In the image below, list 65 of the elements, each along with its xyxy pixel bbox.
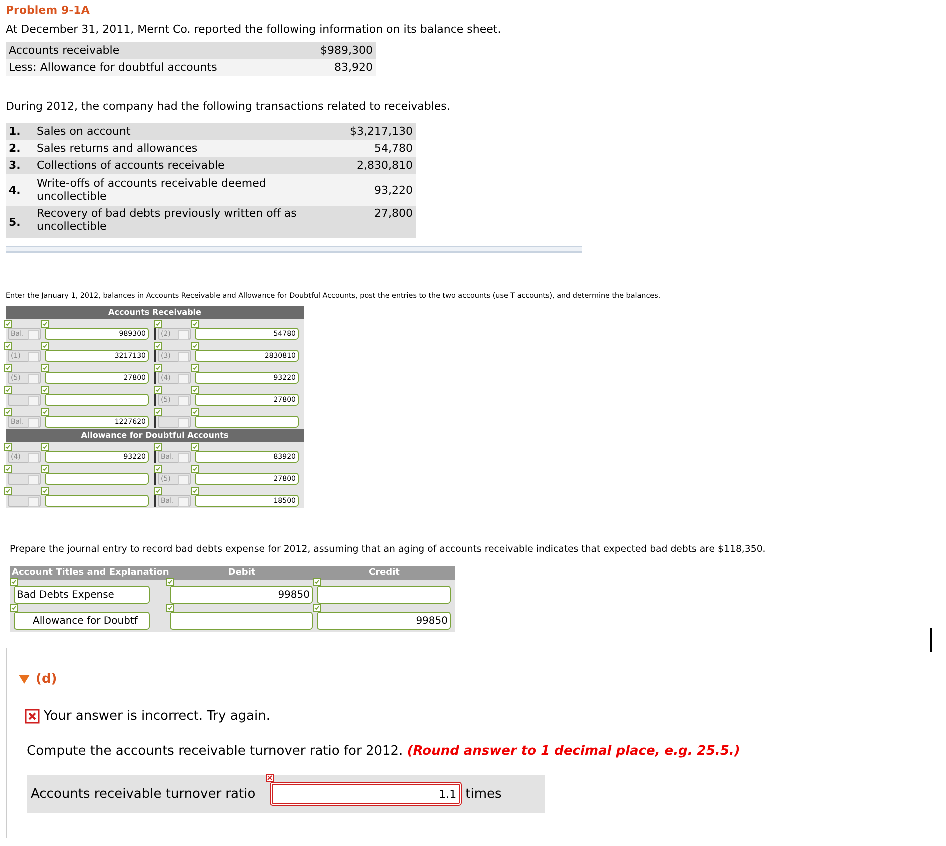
transactions-intro: During 2012, the company had the following transactions related to receivables. (6, 100, 452, 113)
text-cursor-icon (930, 628, 932, 652)
caret-icon (28, 352, 39, 362)
instruction-text: Prepare the journal entry to record bad debts expense for 2012, assuming that an aging of accounts receivable indicates that expected bad debts are $118,350. (10, 544, 767, 555)
account-label: Less: Allowance for doubtful accounts (9, 61, 218, 74)
amount-text: $3,217,130 (350, 125, 413, 138)
amount-field[interactable] (45, 473, 149, 485)
column-header: Account Titles and Explanation (11, 568, 170, 578)
transaction-description: Write-offs of accounts receivable deemed uncollectible (37, 177, 268, 203)
column-header: Debit (227, 568, 257, 578)
caret-icon (178, 352, 189, 362)
answer-field[interactable]: 1.1 (270, 782, 462, 806)
debit-field[interactable]: 99850 (170, 586, 313, 604)
unit-label: times (466, 786, 502, 802)
question-text: Compute the accounts receivable turnover ratio for 2012. (Round answer to 1 decimal place, e.g. 25.5.) (27, 744, 742, 759)
caret-icon (28, 374, 39, 384)
amount-text: $989,300 (320, 44, 373, 57)
feedback-message: Your answer is incorrect. Try again. (44, 709, 270, 724)
credit-field[interactable] (317, 586, 451, 604)
caret-icon (178, 418, 189, 428)
caret-icon (178, 475, 189, 485)
debit-field[interactable] (170, 612, 313, 630)
transaction-description: Collections of accounts receivable (37, 159, 226, 172)
transaction-description: Sales returns and allowances (37, 142, 199, 155)
answer-label: Accounts receivable turnover ratio (31, 786, 256, 802)
column-header: Credit (368, 568, 401, 578)
item-number: 4. (9, 184, 22, 196)
item-number: 5. (9, 216, 22, 228)
t-account-header: Accounts Receivable (6, 306, 304, 319)
t-account-header: Allowance for Doubtful Accounts (6, 429, 304, 442)
caret-icon (178, 374, 189, 384)
caret-icon (28, 497, 39, 507)
item-number: 1. (9, 125, 22, 138)
transaction-description: Sales on account (37, 125, 132, 138)
transaction-description: Recovery of bad debts previously written off as uncollectible (37, 207, 298, 233)
credit-field[interactable]: 99850 (317, 612, 451, 630)
entry-dropdown[interactable] (8, 495, 41, 507)
caret-icon (178, 396, 189, 406)
amount-field[interactable] (45, 394, 149, 406)
entry-dropdown[interactable] (8, 394, 41, 406)
item-number: 2. (9, 142, 22, 155)
amount-field[interactable] (45, 495, 149, 507)
amount-field[interactable] (195, 416, 299, 428)
amount-text: 93,220 (374, 184, 413, 196)
amount-text: 54,780 (374, 142, 413, 155)
amount-text: 27,800 (374, 207, 413, 220)
part-toggle[interactable]: (d) (19, 672, 58, 687)
account-label: Accounts receivable (9, 44, 121, 57)
problem-title: Problem 9-1A (6, 4, 91, 17)
caret-icon (28, 418, 39, 428)
amount-text: 83,920 (334, 61, 373, 74)
caret-icon (28, 475, 39, 485)
intro-text: At December 31, 2011, Mernt Co. reported the following information on its balance sheet. (6, 23, 502, 36)
entry-dropdown[interactable] (158, 416, 191, 428)
caret-icon (178, 453, 189, 463)
caret-icon (178, 497, 189, 507)
account-field[interactable]: Bad Debts Expense (14, 586, 150, 604)
account-field[interactable]: Allowance for Doubtf (14, 612, 150, 630)
entry-dropdown[interactable] (8, 473, 41, 485)
caret-icon (28, 330, 39, 340)
amount-text: 2,830,810 (357, 159, 413, 172)
caret-icon (28, 453, 39, 463)
item-number: 3. (9, 159, 22, 172)
caret-icon (178, 330, 189, 340)
caret-icon (28, 396, 39, 406)
